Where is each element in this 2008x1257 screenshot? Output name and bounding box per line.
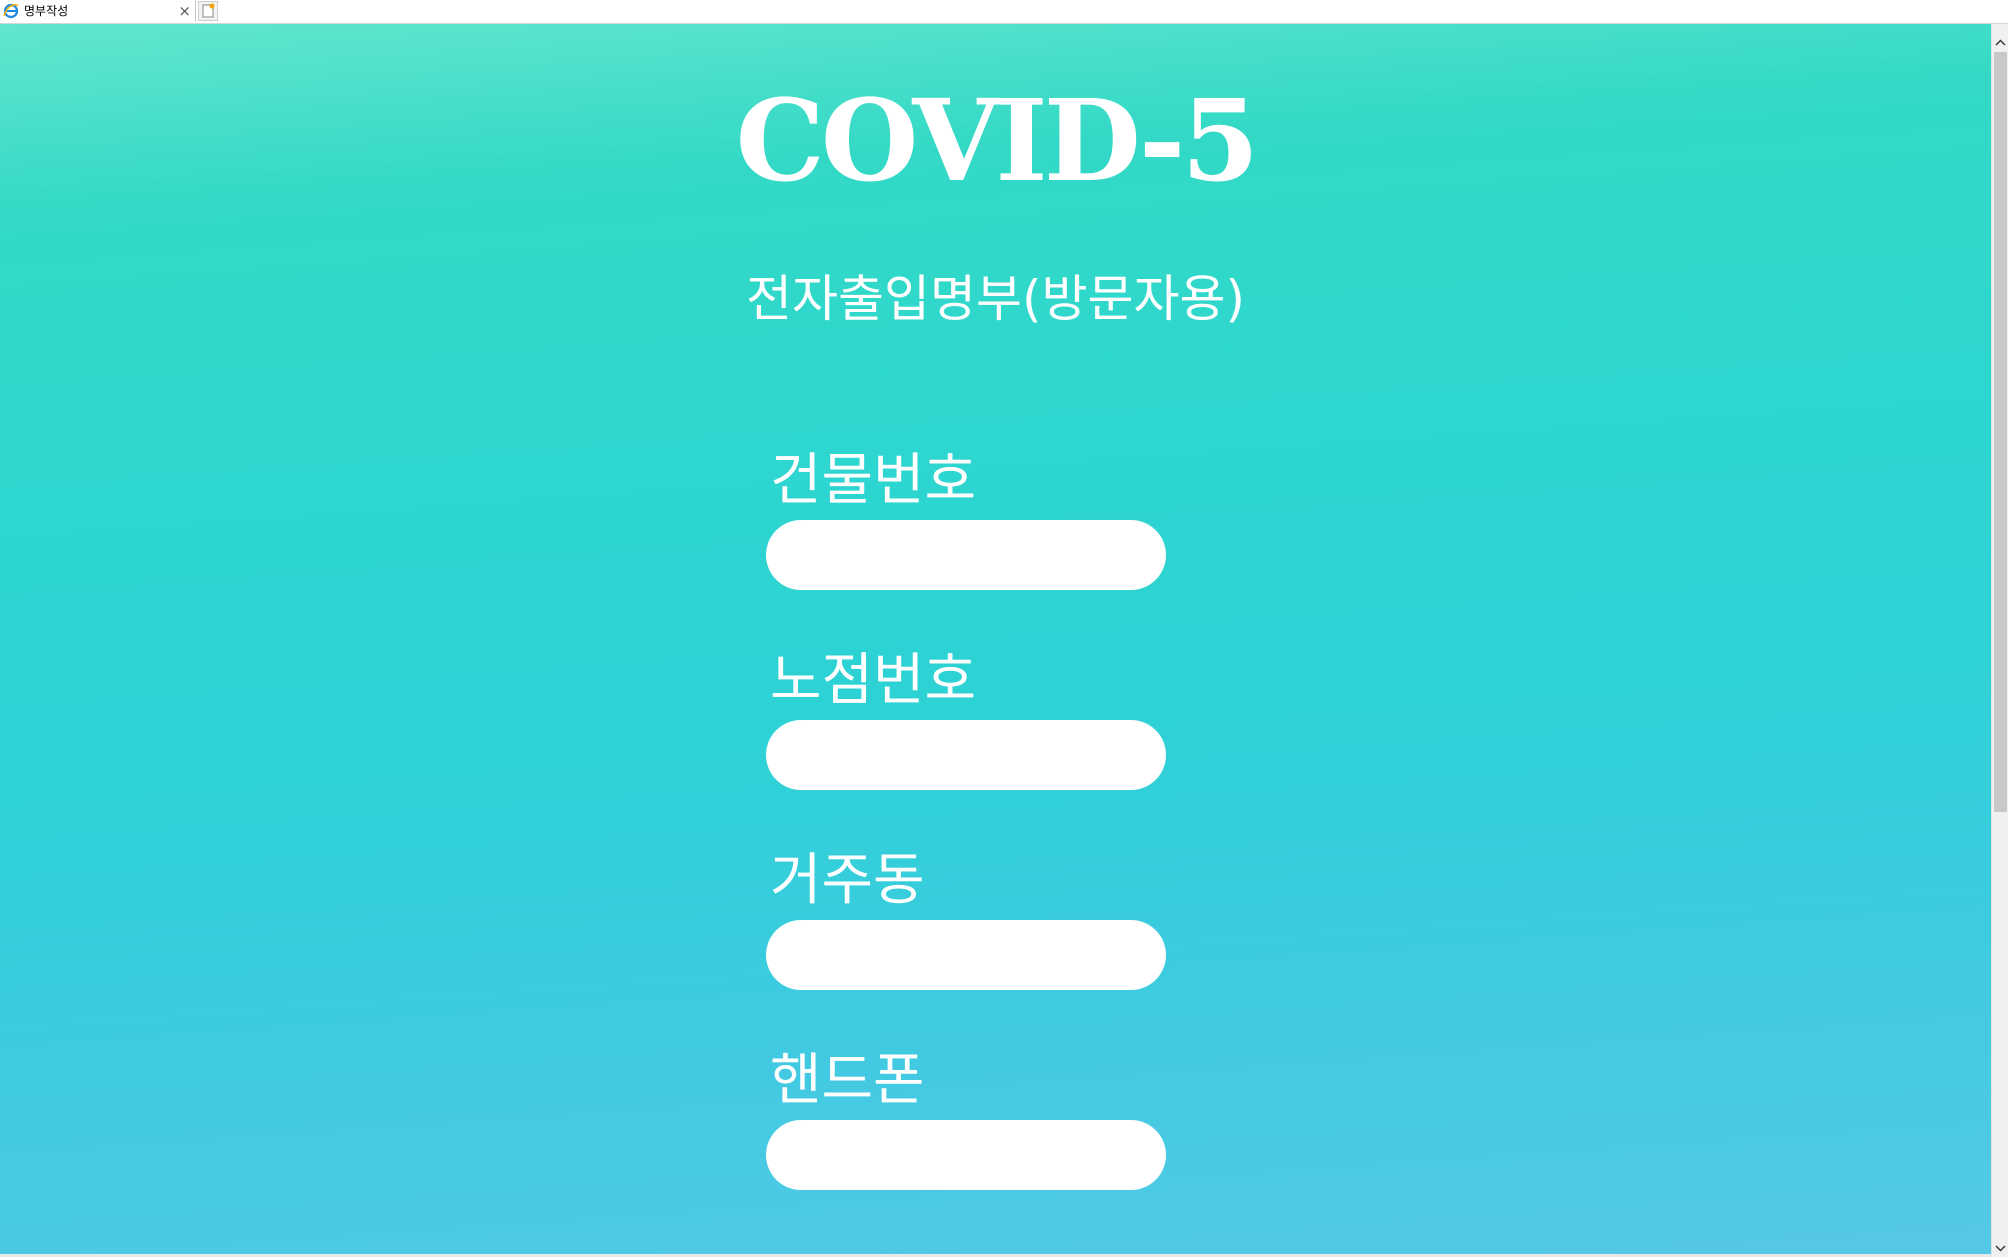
- field-building-number: 건물번호: [766, 444, 1186, 644]
- field-stall-number: 노점번호: [766, 644, 1186, 844]
- field-phone: 핸드폰: [766, 1044, 1186, 1244]
- internet-explorer-icon: [3, 3, 19, 19]
- residence-input[interactable]: [766, 920, 1166, 990]
- phone-label: 핸드폰: [770, 1048, 925, 1113]
- page-viewport: COVID-5 전자출입명부(방문자용) 건물번호 노점번호 거주동 핸드폰: [0, 24, 1991, 1257]
- browser-tab[interactable]: 명부작성 ×: [0, 0, 196, 22]
- browser-tab-strip: 명부작성 ×: [0, 0, 2008, 24]
- tab-title: 명부작성: [24, 4, 69, 18]
- vertical-scrollbar[interactable]: [1991, 24, 2008, 1257]
- residence-label: 거주동: [770, 848, 925, 913]
- building-number-label: 건물번호: [770, 448, 977, 513]
- close-icon[interactable]: ×: [178, 2, 191, 20]
- chevron-up-icon[interactable]: [1992, 34, 2008, 51]
- page-subtitle: 전자출입명부(방문자용): [745, 270, 1245, 328]
- visitor-form: 건물번호 노점번호 거주동 핸드폰: [766, 444, 1186, 1244]
- chevron-down-icon[interactable]: [1992, 1240, 2008, 1257]
- stall-number-label: 노점번호: [770, 648, 977, 713]
- page-title: COVID-5: [735, 76, 1260, 207]
- new-tab-icon[interactable]: [198, 1, 218, 21]
- stall-number-input[interactable]: [766, 720, 1166, 790]
- scrollbar-thumb[interactable]: [1994, 52, 2007, 812]
- phone-input[interactable]: [766, 1120, 1166, 1190]
- building-number-input[interactable]: [766, 520, 1166, 590]
- field-residence: 거주동: [766, 844, 1186, 1044]
